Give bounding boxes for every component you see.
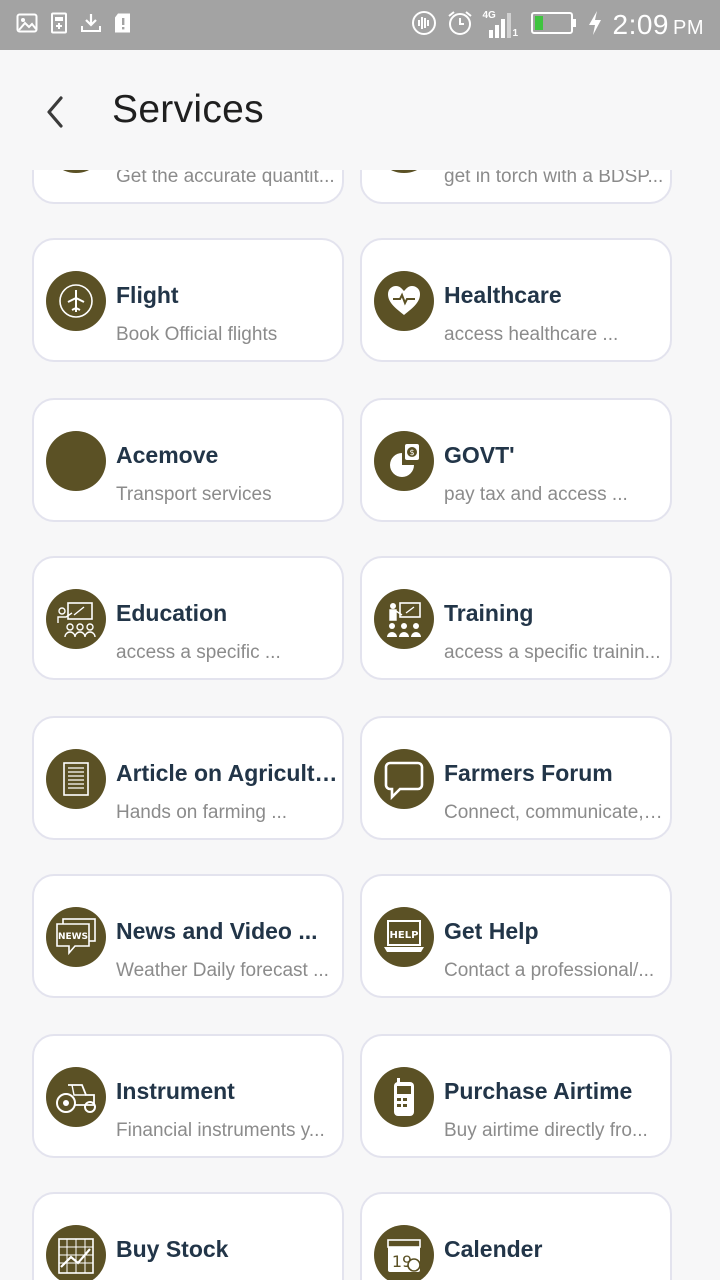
vibrate-icon <box>411 10 437 41</box>
service-description: Contact a professional/... <box>444 960 655 981</box>
calendar-icon: 19 <box>374 1225 434 1280</box>
service-name: Instrument <box>116 1078 235 1104</box>
service-card-flight[interactable]: Flight Book Official flights <box>32 238 344 362</box>
service-name: Training <box>444 600 534 626</box>
help-icon-label: HELP <box>390 930 419 941</box>
service-name: GOVT' <box>444 442 515 468</box>
service-description: Weather Daily forecast ... <box>116 960 329 981</box>
page-title: Services <box>112 88 264 131</box>
service-card-calendar[interactable]: 19 Calender <box>360 1192 672 1280</box>
service-description: Financial instruments y... <box>116 1120 325 1141</box>
system-status: 4G 1 2:09 PM <box>411 6 705 44</box>
tax-pie-icon: $ <box>374 431 434 491</box>
service-name: Purchase Airtime <box>444 1078 633 1104</box>
service-card-help[interactable]: HELP Get Help Contact a professional/... <box>360 874 672 998</box>
service-name: Buy Stock <box>116 1236 229 1262</box>
service-name: Flight <box>116 282 179 308</box>
article-icon <box>46 749 106 809</box>
tractor-icon <box>46 1067 106 1127</box>
service-description: Hands on farming ... <box>116 802 288 823</box>
svg-text:$: $ <box>409 448 414 457</box>
stock-chart-icon <box>46 1225 106 1280</box>
chevron-left-icon <box>47 96 63 128</box>
service-name: Healthcare <box>444 282 562 308</box>
signal-icon: 4G 1 <box>483 10 521 40</box>
service-name: Calender <box>444 1236 543 1262</box>
service-description: Book Official flights <box>116 324 278 345</box>
service-name: Acemove <box>116 442 219 468</box>
service-description: Transport services <box>116 484 272 505</box>
classroom-icon <box>46 589 106 649</box>
service-name: Get Help <box>444 918 539 944</box>
charging-icon <box>587 10 603 41</box>
phone-icon <box>374 1067 434 1127</box>
notification-icons <box>16 12 134 34</box>
service-description: get in torch with a BDSP... <box>444 170 664 187</box>
back-button[interactable] <box>40 92 70 132</box>
download-icon <box>80 12 102 34</box>
image-notification-icon <box>16 12 38 34</box>
service-description: access healthcare ... <box>444 324 619 345</box>
service-card[interactable]: Get the accurate quantit... <box>32 170 344 204</box>
service-card-education[interactable]: Education access a specific ... <box>32 556 344 680</box>
service-card[interactable]: get in torch with a BDSP... <box>360 170 672 204</box>
service-description: Get the accurate quantit... <box>116 170 335 187</box>
service-card-forum[interactable]: Farmers Forum Connect, communicate, ... <box>360 716 672 840</box>
service-description: access a specific ... <box>116 642 281 663</box>
service-description: Connect, communicate, ... <box>444 802 664 823</box>
service-card-airtime[interactable]: Purchase Airtime Buy airtime directly fr… <box>360 1034 672 1158</box>
service-description: pay tax and access ... <box>444 484 628 505</box>
service-card-acemove[interactable]: Acemove Transport services <box>32 398 344 522</box>
service-icon <box>374 170 434 173</box>
help-laptop-icon: HELP <box>374 907 434 967</box>
service-card-stock[interactable]: Buy Stock <box>32 1192 344 1280</box>
clock-time: 2:09 <box>612 9 669 40</box>
chat-bubble-icon <box>374 749 434 809</box>
clock: 2:09 PM <box>613 9 705 41</box>
service-card-healthcare[interactable]: Healthcare access healthcare ... <box>360 238 672 362</box>
news-icon: NEWS <box>46 907 106 967</box>
heart-pulse-icon <box>374 271 434 331</box>
blank-icon <box>46 431 106 491</box>
sd-card-icon <box>112 12 134 34</box>
clock-ampm: PM <box>673 17 704 39</box>
service-name: Education <box>116 600 228 626</box>
app-bar: Services <box>0 50 720 170</box>
services-list[interactable]: Get the accurate quantit... get in torch… <box>0 170 720 1280</box>
service-description: Buy airtime directly fro... <box>444 1120 648 1141</box>
alarm-icon <box>447 10 473 41</box>
status-bar: 4G 1 2:09 PM <box>0 0 720 50</box>
airplane-icon <box>46 271 106 331</box>
service-name: News and Video ... <box>116 918 318 944</box>
service-card-instrument[interactable]: Instrument Financial instruments y... <box>32 1034 344 1158</box>
training-icon <box>374 589 434 649</box>
service-name: Article on Agriculture <box>116 760 340 786</box>
service-name: Farmers Forum <box>444 760 613 786</box>
sim-slot-label: 1 <box>512 28 519 39</box>
service-card-training[interactable]: Training access a specific trainin... <box>360 556 672 680</box>
service-card-article[interactable]: Article on Agriculture Hands on farming … <box>32 716 344 840</box>
service-card-govt[interactable]: $ GOVT' pay tax and access ... <box>360 398 672 522</box>
battery-icon <box>530 11 577 40</box>
service-description: access a specific trainin... <box>444 642 661 663</box>
service-card-news[interactable]: NEWS News and Video ... Weather Daily fo… <box>32 874 344 998</box>
service-icon <box>46 170 106 173</box>
news-icon-label: NEWS <box>58 932 88 942</box>
usb-storage-icon <box>48 12 70 34</box>
